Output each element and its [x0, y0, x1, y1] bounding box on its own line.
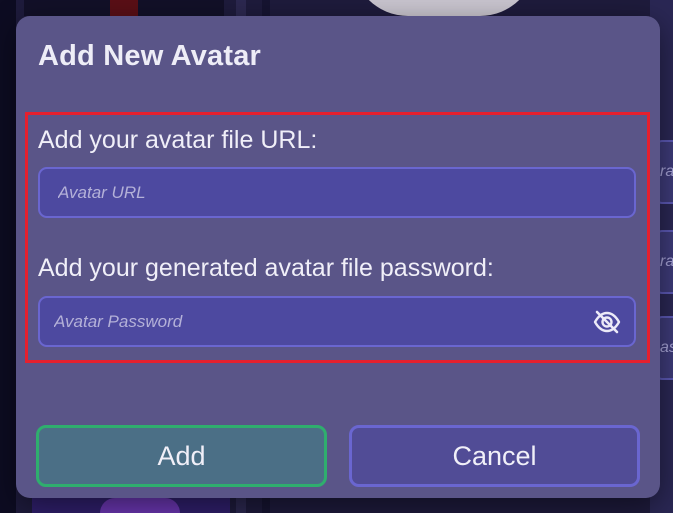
avatar-url-input[interactable]: [40, 168, 634, 217]
eye-slash-icon[interactable]: [590, 305, 624, 339]
background-left-column: [0, 0, 16, 513]
avatar-password-label: Add your generated avatar file password:: [38, 254, 494, 282]
dialog-title: Add New Avatar: [38, 40, 262, 72]
avatar-password-input[interactable]: [40, 297, 590, 346]
avatar-password-field[interactable]: [38, 296, 636, 347]
add-button[interactable]: Add: [36, 425, 327, 487]
add-avatar-dialog: Add New Avatar Add your avatar file URL:…: [16, 16, 660, 498]
background-avatar-preview: [352, 0, 536, 16]
avatar-url-label: Add your avatar file URL:: [38, 126, 318, 154]
background-bottom-card-thumbnail: [100, 498, 180, 513]
cancel-button[interactable]: Cancel: [349, 425, 640, 487]
background-card-thumbnail: [110, 0, 138, 16]
avatar-url-field[interactable]: [38, 167, 636, 218]
